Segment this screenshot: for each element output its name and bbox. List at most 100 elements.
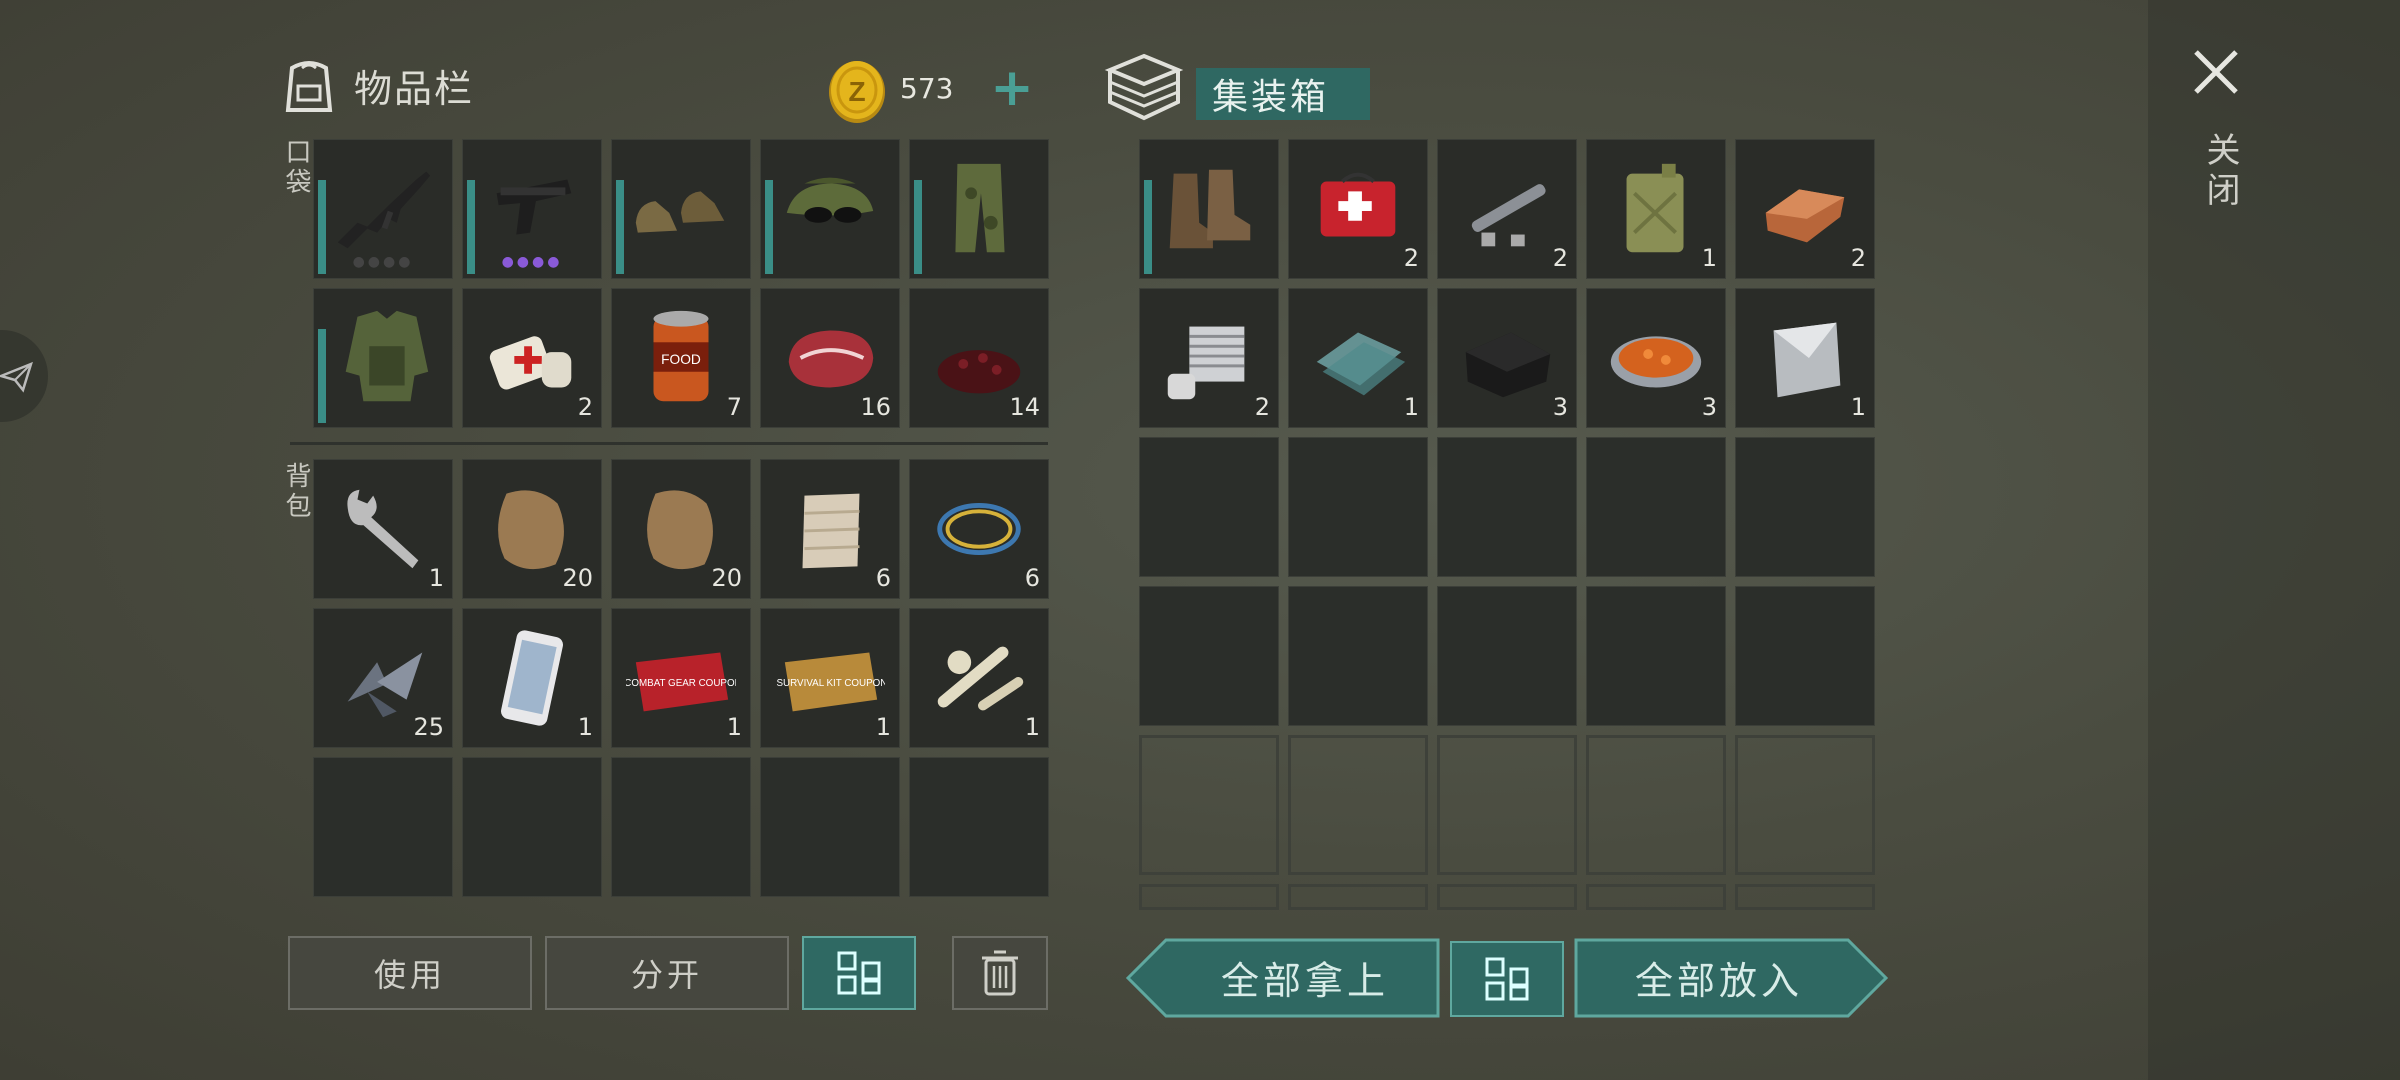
wire-coil-icon	[937, 502, 1021, 556]
locked-slot	[1437, 884, 1577, 910]
item-slot-black-fabric[interactable]: 3	[1437, 288, 1577, 428]
empty-slot[interactable]	[1586, 586, 1726, 726]
durability-bar	[318, 329, 326, 423]
empty-slot[interactable]	[760, 757, 900, 897]
item-slot-copper-ingot[interactable]: 2	[1735, 139, 1875, 279]
item-slot-boots[interactable]	[1139, 139, 1279, 279]
item-slot-assault-rifle[interactable]: ●●●●	[313, 139, 453, 279]
side-panel	[2148, 0, 2400, 1080]
empty-slot[interactable]	[462, 757, 602, 897]
item-quantity: 1	[1403, 393, 1419, 421]
survival-kit-coupon-icon: SURVIVAL KIT COUPON	[777, 652, 885, 712]
item-slot-berries[interactable]: 14	[909, 288, 1049, 428]
locked-slot	[1735, 884, 1875, 910]
item-slot-raw-meat[interactable]: 16	[760, 288, 900, 428]
close-icon[interactable]	[2190, 46, 2242, 98]
coupon-text: COMBAT GEAR COUPON	[626, 678, 736, 689]
item-slot-wrench[interactable]: 1	[313, 459, 453, 599]
side-menu-button[interactable]	[0, 330, 48, 422]
take-all-button[interactable]: 全部拿上	[1170, 938, 1440, 1016]
sort-container-button[interactable]	[1450, 941, 1564, 1017]
empty-slot[interactable]	[1437, 437, 1577, 577]
empty-slot[interactable]	[1288, 437, 1428, 577]
item-slot-wire-coil[interactable]: 6	[909, 459, 1049, 599]
item-quantity: 2	[577, 393, 593, 421]
jerry-can-icon	[1626, 163, 1684, 253]
item-slot-combat-gear-coupon[interactable]: COMBAT GEAR COUPON 1	[611, 608, 751, 748]
empty-slot[interactable]	[1735, 437, 1875, 577]
coupon-text: SURVIVAL KIT COUPON	[777, 678, 885, 689]
item-slot-first-aid-kit[interactable]: 2	[1288, 139, 1428, 279]
item-slot-pistol[interactable]: ●●●●	[462, 139, 602, 279]
backpack-label: 背包	[281, 462, 311, 522]
item-quantity: 6	[1024, 564, 1040, 592]
empty-slot[interactable]	[1288, 586, 1428, 726]
item-slot-leather-shoes[interactable]	[611, 139, 751, 279]
item-quantity: 20	[562, 564, 593, 592]
inventory-title: 物品栏	[354, 66, 475, 111]
item-slot-jerry-can[interactable]: 1	[1586, 139, 1726, 279]
copper-ingot-icon	[1765, 189, 1845, 243]
item-quantity: 2	[1254, 393, 1270, 421]
locked-slot	[1139, 735, 1279, 875]
item-slot-survival-kit-coupon[interactable]: SURVIVAL KIT COUPON 1	[760, 608, 900, 748]
boots-icon	[1169, 169, 1251, 249]
empty-slot[interactable]	[1139, 437, 1279, 577]
durability-bar	[1144, 180, 1152, 274]
rope-fabric-icon	[802, 493, 860, 569]
pistol-icon	[496, 179, 572, 235]
item-slot-stew-bowl[interactable]: 3	[1586, 288, 1726, 428]
empty-slot[interactable]	[1139, 586, 1279, 726]
item-quantity: 20	[711, 564, 742, 592]
leather-shoes-icon	[635, 191, 725, 233]
item-quantity: 1	[1701, 244, 1717, 272]
item-quantity: 25	[413, 713, 444, 741]
put-all-button[interactable]: 全部放入	[1574, 938, 1864, 1016]
locked-slot	[1735, 735, 1875, 875]
svg-text:FOOD: FOOD	[661, 352, 701, 367]
item-slot-camo-hat-sunglasses[interactable]	[760, 139, 900, 279]
empty-slot[interactable]	[1735, 586, 1875, 726]
container-title: 集装箱	[1196, 68, 1370, 120]
item-slot-camo-jacket[interactable]	[313, 288, 453, 428]
stew-bowl-icon	[1610, 336, 1702, 388]
empty-slot[interactable]	[909, 757, 1049, 897]
empty-slot[interactable]	[313, 757, 453, 897]
use-button[interactable]: 使用	[288, 936, 532, 1010]
item-slot-bandage[interactable]: 2	[462, 288, 602, 428]
item-quantity: 16	[860, 393, 891, 421]
item-slot-canned-food[interactable]: FOOD 7	[611, 288, 751, 428]
empty-slot[interactable]	[1437, 586, 1577, 726]
item-slot-engine-cylinder[interactable]: 2	[1139, 288, 1279, 428]
discard-button[interactable]	[952, 936, 1048, 1010]
item-slot-glass-sheets[interactable]: 1	[1288, 288, 1428, 428]
locked-slot	[1288, 735, 1428, 875]
item-slot-metal-plate[interactable]: 1	[1735, 288, 1875, 428]
backpack-grid: 1 20 20 6 6 25 1 COMBAT GEAR COUPON 1 SURVIVAL KI…	[313, 459, 1049, 897]
item-slot-fur-pelt[interactable]: 20	[462, 459, 602, 599]
item-slot-smartphone[interactable]: 1	[462, 608, 602, 748]
item-slot-fur-pelt[interactable]: 20	[611, 459, 751, 599]
item-slot-pipe-parts[interactable]: 2	[1437, 139, 1577, 279]
sort-inventory-button[interactable]	[802, 936, 916, 1010]
split-button[interactable]: 分开	[545, 936, 789, 1010]
item-slot-bones[interactable]: 1	[909, 608, 1049, 748]
item-slot-camo-pants[interactable]	[909, 139, 1049, 279]
paper-plane-icon	[0, 361, 33, 393]
add-coins-button[interactable]: +	[990, 62, 1034, 114]
item-slot-metal-shards[interactable]: 25	[313, 608, 453, 748]
locked-slot	[1288, 884, 1428, 910]
smartphone-icon	[501, 630, 563, 726]
trash-icon	[982, 950, 1018, 996]
item-slot-rope-fabric[interactable]: 6	[760, 459, 900, 599]
item-quantity: 2	[1552, 244, 1568, 272]
item-quantity: 1	[1024, 713, 1040, 741]
glass-sheets-icon	[1316, 332, 1406, 396]
empty-slot[interactable]	[611, 757, 751, 897]
empty-slot[interactable]	[1586, 437, 1726, 577]
attachment-dots: ●●●●	[352, 254, 414, 270]
assault-rifle-icon	[337, 171, 431, 249]
container-icon	[1104, 53, 1184, 121]
item-quantity: 14	[1009, 393, 1040, 421]
close-label[interactable]: 关闭	[2196, 132, 2245, 212]
